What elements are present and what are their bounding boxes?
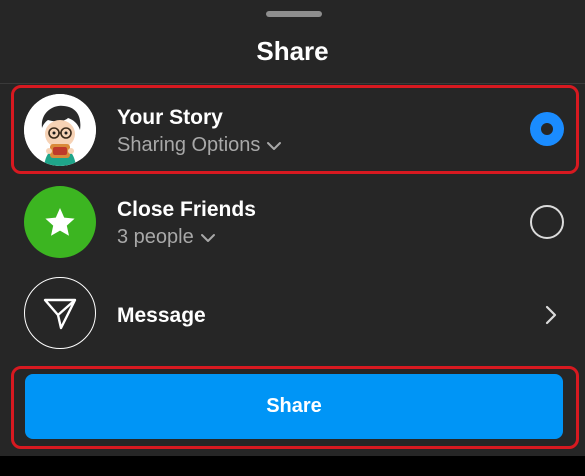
option-sublabel: 3 people <box>117 226 194 248</box>
chevron-down-icon <box>267 141 282 150</box>
radio-unselected[interactable] <box>530 205 564 239</box>
option-label: Your Story <box>117 106 223 129</box>
bottom-bar <box>0 456 585 476</box>
people-count-dropdown[interactable]: 3 people <box>117 226 216 249</box>
option-message[interactable]: Message <box>12 273 578 357</box>
share-sheet: Share Your Story Sharing Options Close F… <box>0 0 585 456</box>
divider <box>0 83 585 84</box>
chevron-right-icon[interactable] <box>544 304 558 326</box>
sharing-options-dropdown[interactable]: Sharing Options <box>117 134 282 157</box>
radio-dot <box>541 123 553 135</box>
chevron-down-icon <box>200 233 215 242</box>
option-your-story[interactable]: Your Story Sharing Options <box>12 86 578 172</box>
profile-avatar <box>24 94 96 166</box>
star-icon <box>45 208 75 236</box>
option-sublabel: Sharing Options <box>117 134 261 156</box>
share-button[interactable]: Share <box>25 374 563 439</box>
sheet-title: Share <box>256 36 329 66</box>
option-label: Message <box>117 304 206 327</box>
drag-handle[interactable] <box>266 11 322 17</box>
option-label: Close Friends <box>117 198 256 221</box>
radio-selected[interactable] <box>530 112 564 146</box>
option-close-friends[interactable]: Close Friends 3 people <box>12 180 578 266</box>
cartoon-avatar-icon <box>24 94 96 166</box>
close-friends-badge <box>24 186 96 258</box>
message-badge <box>24 277 96 349</box>
paper-plane-icon <box>43 298 77 330</box>
